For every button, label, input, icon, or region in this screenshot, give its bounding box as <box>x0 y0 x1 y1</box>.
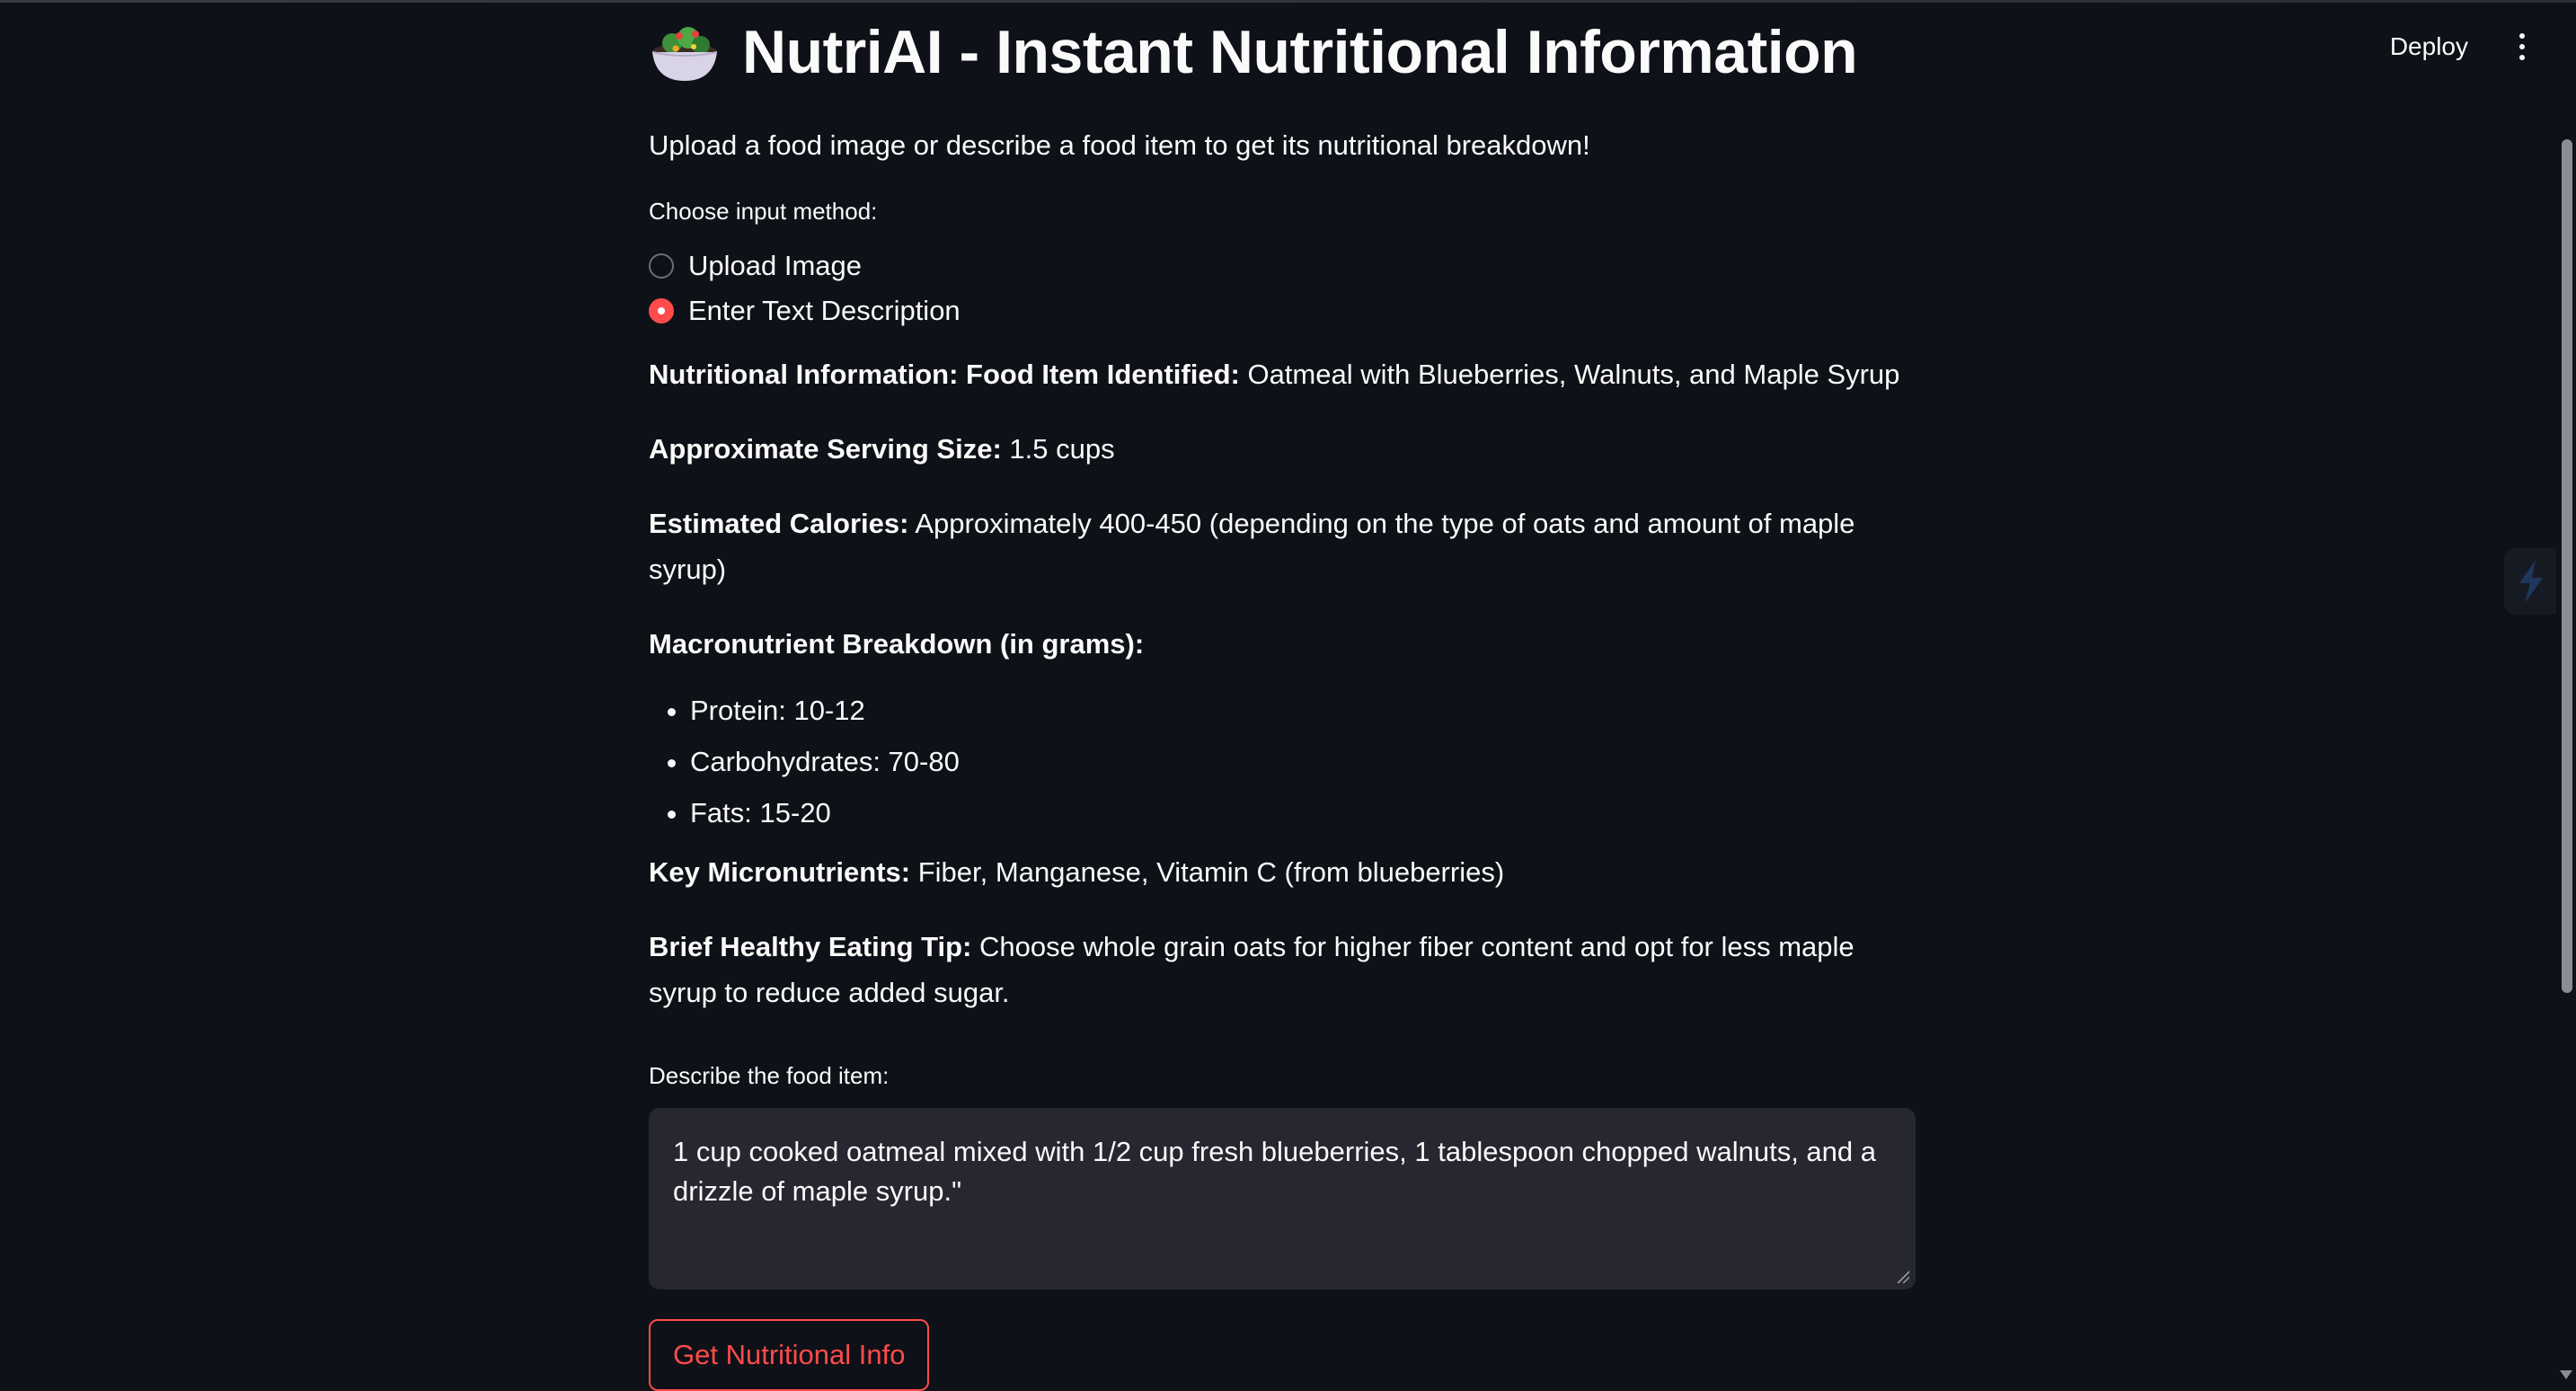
macro-heading: Macronutrient Breakdown (in grams): <box>649 621 1916 667</box>
calories-line: Estimated Calories: Approximately 400-45… <box>649 501 1916 592</box>
food-description-value: 1 cup cooked oatmeal mixed with 1/2 cup … <box>673 1136 1877 1207</box>
get-nutritional-info-button[interactable]: Get Nutritional Info <box>649 1319 930 1391</box>
micronutrients-line: Key Micronutrients: Fiber, Manganese, Vi… <box>649 849 1916 895</box>
food-item-line: Nutritional Information: Food Item Ident… <box>649 351 1916 397</box>
page-title-row: NutriAI - Instant Nutritional Informatio… <box>649 13 1916 92</box>
food-description-textarea[interactable]: 1 cup cooked oatmeal mixed with 1/2 cup … <box>649 1108 1916 1289</box>
serving-size-label: Approximate Serving Size: <box>649 433 1002 465</box>
description-label: Describe the food item: <box>649 1062 890 1089</box>
micronutrients-label: Key Micronutrients: <box>649 856 911 888</box>
list-item: Protein: 10-12 <box>690 685 1916 736</box>
macro-heading-text: Macronutrient Breakdown (in grams): <box>649 628 1145 660</box>
radio-unselected-icon[interactable] <box>649 253 674 279</box>
calories-label: Estimated Calories: <box>649 508 909 539</box>
scrollbar-thumb[interactable] <box>2562 139 2572 993</box>
list-item: Fats: 15-20 <box>690 787 1916 838</box>
kebab-menu-icon[interactable] <box>2513 29 2531 65</box>
scroll-down-arrow-icon[interactable] <box>2560 1370 2572 1379</box>
serving-size-line: Approximate Serving Size: 1.5 cups <box>649 426 1916 472</box>
radio-enter-text-description[interactable]: Enter Text Description <box>649 288 1916 333</box>
app-header-actions: Deploy <box>2381 27 2531 66</box>
macro-list: Protein: 10-12 Carbohydrates: 70-80 Fats… <box>649 685 1916 838</box>
radio-enter-text-label: Enter Text Description <box>688 295 960 326</box>
input-method-label: Choose input method: <box>649 198 878 225</box>
scrollbar[interactable] <box>2556 0 2576 1385</box>
input-method-radio-group: Upload Image Enter Text Description <box>649 244 1916 333</box>
radio-upload-image[interactable]: Upload Image <box>649 244 1916 288</box>
radio-upload-image-label: Upload Image <box>688 250 863 281</box>
food-item-label: Nutritional Information: Food Item Ident… <box>649 359 1240 390</box>
resize-handle-icon[interactable] <box>1897 1271 1909 1283</box>
radio-selected-icon[interactable] <box>649 298 674 323</box>
salad-bowl-icon <box>649 16 721 89</box>
intro-text: Upload a food image or describe a food i… <box>649 129 1590 161</box>
food-item-value: Oatmeal with Blueberries, Walnuts, and M… <box>1247 359 1900 390</box>
streamlit-logo-icon[interactable] <box>2504 548 2556 615</box>
list-item: Carbohydrates: 70-80 <box>690 736 1916 787</box>
micronutrients-value: Fiber, Manganese, Vitamin C (from bluebe… <box>917 856 1505 888</box>
serving-size-value: 1.5 cups <box>1009 433 1115 465</box>
page-title: NutriAI - Instant Nutritional Informatio… <box>742 18 1858 86</box>
tip-label: Brief Healthy Eating Tip: <box>649 931 972 962</box>
tip-line: Brief Healthy Eating Tip: Choose whole g… <box>649 924 1916 1015</box>
deploy-button[interactable]: Deploy <box>2381 27 2477 66</box>
main-content: NutriAI - Instant Nutritional Informatio… <box>649 0 1916 1391</box>
